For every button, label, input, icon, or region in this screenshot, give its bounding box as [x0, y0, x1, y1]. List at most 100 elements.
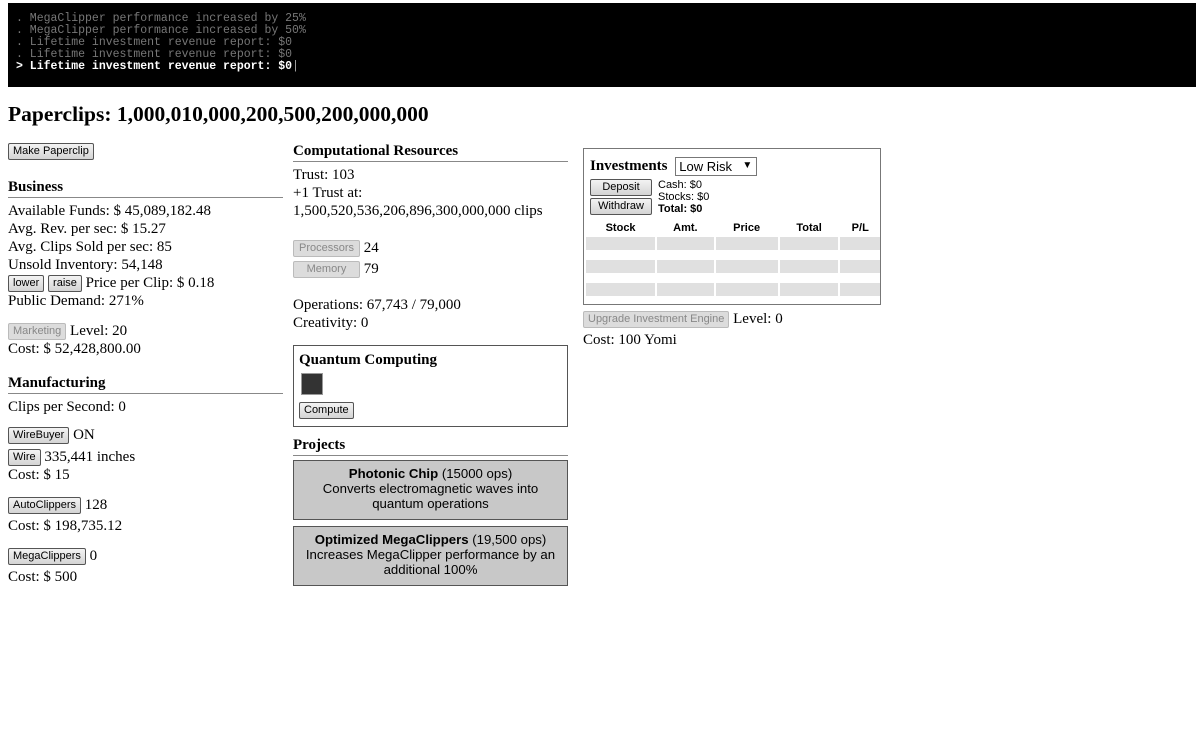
deposit-button[interactable]: Deposit — [590, 179, 652, 196]
lower-price-button[interactable]: lower — [8, 275, 45, 293]
avg-revenue: Avg. Rev. per sec: $ 15.27 — [8, 221, 166, 238]
marketing-row: Marketing Level: 20 — [8, 322, 283, 341]
wire-cost: Cost: $ 15 — [8, 467, 70, 484]
wirebuyer-status: ON — [73, 427, 95, 444]
table-cell — [657, 260, 714, 273]
table-cell — [779, 260, 839, 273]
operations: Operations: 67,743 / 79,000 — [293, 297, 461, 314]
table-row — [586, 283, 880, 296]
wire-row: Wire 335,441 inches — [8, 448, 283, 467]
manufacturing-heading: Manufacturing — [8, 375, 283, 395]
trust-next-clips: 1,500,520,536,206,896,300,000,000 clips — [293, 203, 543, 219]
processors-value: 24 — [363, 240, 379, 256]
trust-next-label: +1 Trust at: — [293, 185, 363, 201]
megaclippers-cost: Cost: $ 500 — [8, 569, 78, 586]
quantum-chip-icon — [301, 373, 323, 396]
megaclippers-count: 0 — [89, 548, 98, 565]
table-cell — [715, 260, 778, 273]
column-header: Total — [796, 222, 822, 234]
dropdown-arrow-icon: ▼ — [742, 160, 753, 171]
risk-select-value: Low Risk — [679, 159, 732, 174]
column-header: Price — [733, 222, 761, 234]
upgrade-engine-row: Upgrade Investment Engine Level: 0 — [583, 310, 893, 329]
marketing-cost: Cost: $ 52,428,800.00 — [8, 341, 141, 358]
stock-table: Stock Amt. Price Total P/L — [584, 219, 882, 298]
left-column: Make Paperclip Business Available Funds:… — [8, 143, 283, 586]
projects-heading: Projects — [293, 437, 568, 457]
project-cost: (19,500 ops) — [472, 532, 547, 548]
table-cell — [715, 237, 778, 250]
project-cost: (15000 ops) — [441, 466, 513, 482]
memory-row: Memory 79 — [293, 260, 568, 279]
stocks-value: Stocks: $0 — [658, 191, 710, 203]
business-heading: Business — [8, 179, 283, 199]
unsold-inventory: Unsold Inventory: 54,148 — [8, 257, 163, 274]
wire-amount: 335,441 inches — [44, 449, 136, 466]
public-demand: Public Demand: 271% — [8, 293, 144, 310]
computational-resources-heading: Computational Resources — [293, 143, 568, 162]
buy-wire-button[interactable]: Wire — [8, 449, 41, 467]
clips-per-second: Clips per Second: 0 — [8, 399, 126, 416]
upgrade-investment-engine-button[interactable]: Upgrade Investment Engine — [583, 311, 730, 329]
risk-select[interactable]: Low Risk ▼ — [675, 157, 758, 176]
make-paperclip-button[interactable]: Make Paperclip — [8, 143, 94, 161]
upgrade-engine-cost: Cost: 100 Yomi — [583, 332, 677, 349]
console-cursor: | — [292, 60, 299, 73]
console-current-line: > Lifetime investment revenue report: $0… — [16, 61, 1196, 73]
raise-price-button[interactable]: raise — [48, 275, 82, 293]
avg-clips-sold: Avg. Clips Sold per sec: 85 — [8, 239, 172, 256]
marketing-button[interactable]: Marketing — [8, 323, 67, 341]
compute-button[interactable]: Compute — [299, 402, 354, 420]
trust: Trust: 103 — [293, 167, 355, 183]
megaclippers-button[interactable]: MegaClippers — [8, 548, 86, 566]
table-spacer — [586, 275, 880, 281]
memory-value: 79 — [363, 261, 379, 278]
investments-heading: Investments — [590, 157, 668, 174]
memory-button[interactable]: Memory — [293, 261, 360, 279]
available-funds: Available Funds: $ 45,089,182.48 — [8, 203, 212, 220]
table-spacer — [586, 252, 880, 258]
autoclippers-button[interactable]: AutoClippers — [8, 497, 81, 515]
project-card-optimized-megaclippers[interactable]: Optimized MegaClippers (19,500 ops) Incr… — [293, 526, 568, 587]
column-header: P/L — [851, 222, 869, 234]
creativity: Creativity: 0 — [293, 315, 369, 332]
project-name: Optimized MegaClippers — [314, 532, 469, 548]
paperclip-count: Paperclips: 1,000,010,000,200,500,200,00… — [8, 102, 429, 126]
right-column: Investments Low Risk ▼ Deposit Withdraw C… — [583, 148, 893, 349]
price-row: lower raise Price per Clip: $ 0.18 — [8, 274, 283, 293]
table-cell — [779, 237, 839, 250]
marketing-level: Level: 20 — [70, 323, 128, 340]
table-cell — [586, 260, 656, 273]
console-current-text: > Lifetime investment revenue report: $0 — [16, 60, 293, 73]
table-cell — [657, 283, 714, 296]
stock-table-header: Stock Amt. Price Total P/L — [586, 221, 880, 235]
project-card-photonic-chip[interactable]: Photonic Chip (15000 ops) Converts elect… — [293, 460, 568, 521]
table-cell — [840, 260, 880, 273]
autoclippers-row: AutoClippers 128 — [8, 496, 283, 515]
table-row — [586, 260, 880, 273]
quantum-computing-title: Quantum Computing — [299, 352, 437, 369]
megaclippers-row: MegaClippers 0 — [8, 547, 283, 566]
project-description: Increases MegaClipper performance by an … — [305, 547, 556, 578]
price-per-clip: Price per Clip: $ 0.18 — [85, 275, 215, 292]
table-cell — [586, 237, 656, 250]
upgrade-engine-level: Level: 0 — [733, 311, 783, 327]
quantum-computing-panel: Quantum Computing Compute — [293, 345, 568, 428]
table-cell — [715, 283, 778, 296]
total-value: Total: $0 — [658, 203, 703, 215]
investments-panel: Investments Low Risk ▼ Deposit Withdraw C… — [583, 148, 881, 305]
table-cell — [586, 283, 656, 296]
project-name: Photonic Chip — [348, 466, 439, 482]
withdraw-button[interactable]: Withdraw — [590, 198, 652, 215]
cash-value: Cash: $0 — [658, 179, 703, 191]
autoclippers-cost: Cost: $ 198,735.12 — [8, 518, 123, 535]
table-cell — [657, 237, 714, 250]
column-header: Stock — [605, 222, 636, 234]
project-description: Converts electromagnetic waves into quan… — [322, 481, 539, 512]
processors-row: Processors 24 — [293, 239, 568, 258]
wirebuyer-row: WireBuyer ON — [8, 426, 283, 445]
processors-button[interactable]: Processors — [293, 240, 360, 258]
event-console: . MegaClipper performance increased by 2… — [8, 3, 1196, 87]
wirebuyer-button[interactable]: WireBuyer — [8, 427, 70, 445]
column-header: Amt. — [673, 222, 698, 234]
